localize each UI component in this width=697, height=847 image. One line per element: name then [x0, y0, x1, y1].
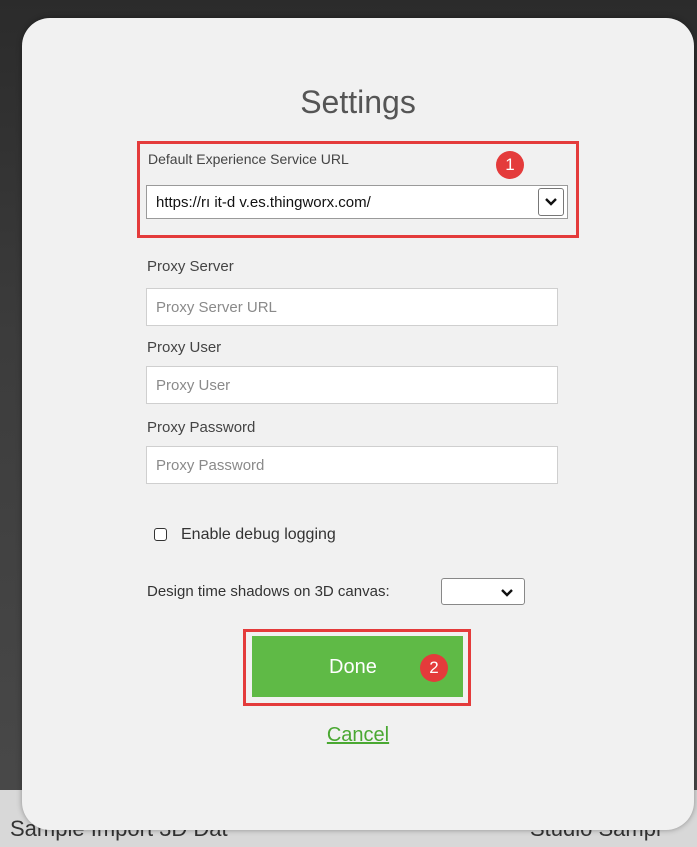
- experience-service-url-select[interactable]: https://rı it-d v.es.thingworx.com/: [146, 185, 568, 219]
- experience-service-url-label: Default Experience Service URL: [148, 151, 349, 167]
- proxy-server-input[interactable]: [146, 288, 558, 326]
- done-button-label: Done: [329, 656, 377, 678]
- cancel-link[interactable]: Cancel: [22, 724, 694, 747]
- chevron-down-icon: [545, 198, 557, 206]
- proxy-server-label: Proxy Server: [147, 258, 234, 275]
- proxy-password-label: Proxy Password: [147, 419, 256, 436]
- proxy-password-input[interactable]: [146, 446, 558, 484]
- debug-logging-checkbox[interactable]: [154, 528, 167, 541]
- annotation-badge-2: 2: [420, 654, 448, 682]
- proxy-user-input[interactable]: [146, 366, 558, 404]
- chevron-down-icon: [501, 589, 513, 597]
- annotation-badge-1: 1: [496, 151, 524, 179]
- dialog-title: Settings: [300, 84, 416, 120]
- settings-dialog: Settings 1 Default Experience Service UR…: [22, 18, 694, 830]
- dropdown-toggle[interactable]: [538, 188, 564, 216]
- design-shadows-select[interactable]: [441, 578, 525, 605]
- experience-service-url-value: https://rı it-d v.es.thingworx.com/: [156, 194, 371, 211]
- proxy-user-label: Proxy User: [147, 339, 222, 356]
- debug-logging-label[interactable]: Enable debug logging: [181, 526, 336, 544]
- design-shadows-label: Design time shadows on 3D canvas:: [147, 583, 390, 600]
